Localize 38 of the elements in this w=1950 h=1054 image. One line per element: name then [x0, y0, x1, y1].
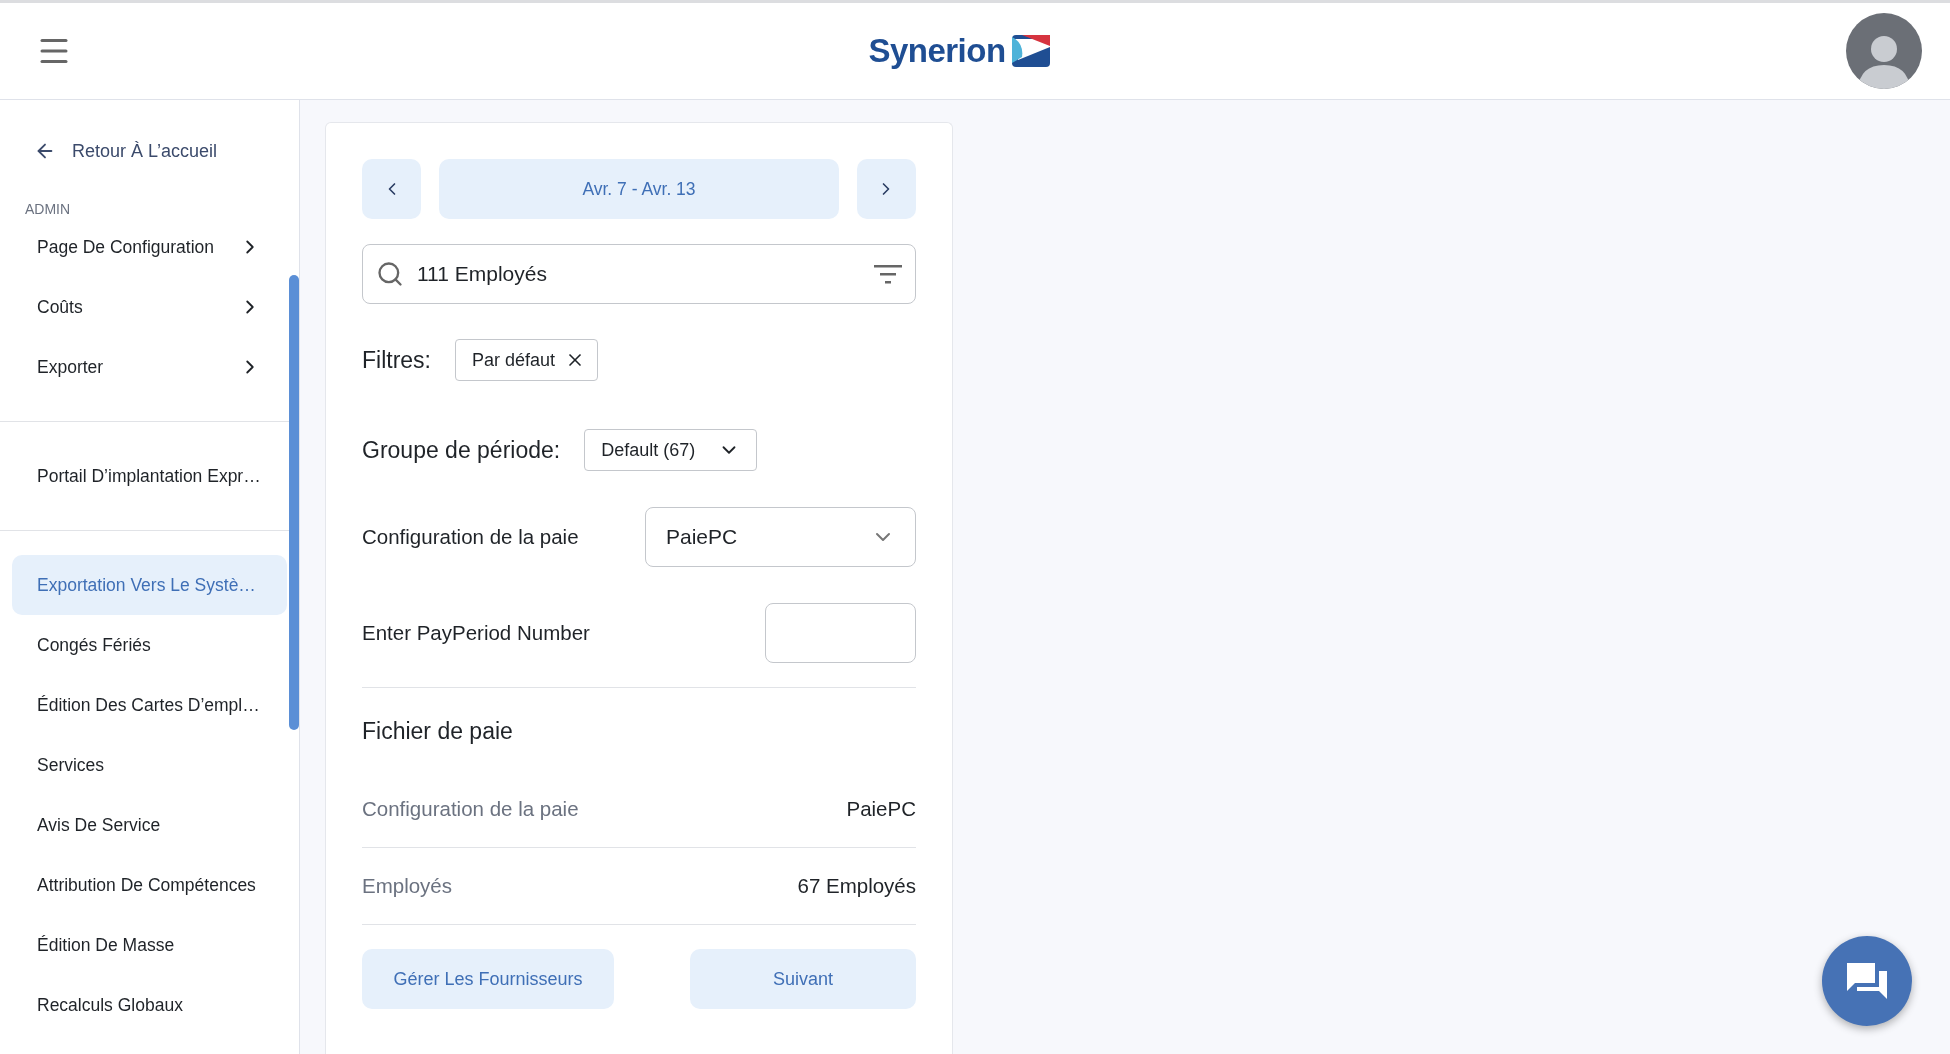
- period-group-label: Groupe de période:: [362, 436, 561, 464]
- chat-button[interactable]: [1822, 936, 1912, 1026]
- filters-label: Filtres:: [362, 346, 431, 374]
- pay-period-label: Enter PayPeriod Number: [362, 621, 590, 645]
- filter-icon[interactable]: [874, 264, 902, 284]
- sidebar-item[interactable]: Congés Fériés: [12, 615, 287, 675]
- scrollbar[interactable]: [289, 275, 299, 730]
- sidebar-item[interactable]: Recalculs Globaux: [12, 975, 287, 1035]
- period-group-dropdown[interactable]: Default (67): [584, 429, 758, 471]
- next-step-button[interactable]: Suivant: [690, 949, 916, 1009]
- flag-logo-icon: [1011, 35, 1050, 67]
- summary-label: Employés: [362, 874, 452, 898]
- date-range-button[interactable]: Avr. 7 - Avr. 13: [439, 159, 839, 219]
- sidebar-item[interactable]: Services: [12, 735, 287, 795]
- search-field[interactable]: 111 Employés: [362, 244, 916, 304]
- pay-config-label: Configuration de la paie: [362, 525, 579, 549]
- sidebar-item[interactable]: Édition De Masse: [12, 915, 287, 975]
- sidebar-item[interactable]: Portail D’implantation Expr…: [12, 446, 287, 506]
- chat-bubbles-icon: [1845, 961, 1889, 1001]
- sidebar-item[interactable]: Avis De Service: [12, 795, 287, 855]
- sidebar-item[interactable]: Exportation Vers Le Systè…: [12, 555, 287, 615]
- summary-label: Configuration de la paie: [362, 797, 579, 821]
- pay-config-dropdown[interactable]: PaiePC: [645, 507, 916, 567]
- logo-text: Synerion: [868, 32, 1006, 70]
- manage-suppliers-button[interactable]: Gérer Les Fournisseurs: [362, 949, 614, 1009]
- summary-value: 67 Employés: [797, 874, 916, 898]
- section-label: ADMIN: [24, 200, 72, 217]
- sidebar-item[interactable]: Attribution De Compétences: [12, 855, 287, 915]
- sidebar-item[interactable]: Page De Configuration: [12, 217, 287, 277]
- summary-value: PaiePC: [846, 797, 916, 821]
- pay-period-input[interactable]: [765, 603, 916, 663]
- back-link[interactable]: Retour À L’accueil: [0, 131, 299, 171]
- sidebar-item[interactable]: Exporter: [12, 337, 287, 397]
- sidebar-item[interactable]: Édition Des Cartes D’empl…: [12, 675, 287, 735]
- search-icon: [376, 260, 404, 288]
- filter-chip[interactable]: Par défaut: [455, 339, 599, 381]
- sidebar-item[interactable]: Coûts: [12, 277, 287, 337]
- section-title: Fichier de paie: [362, 718, 514, 745]
